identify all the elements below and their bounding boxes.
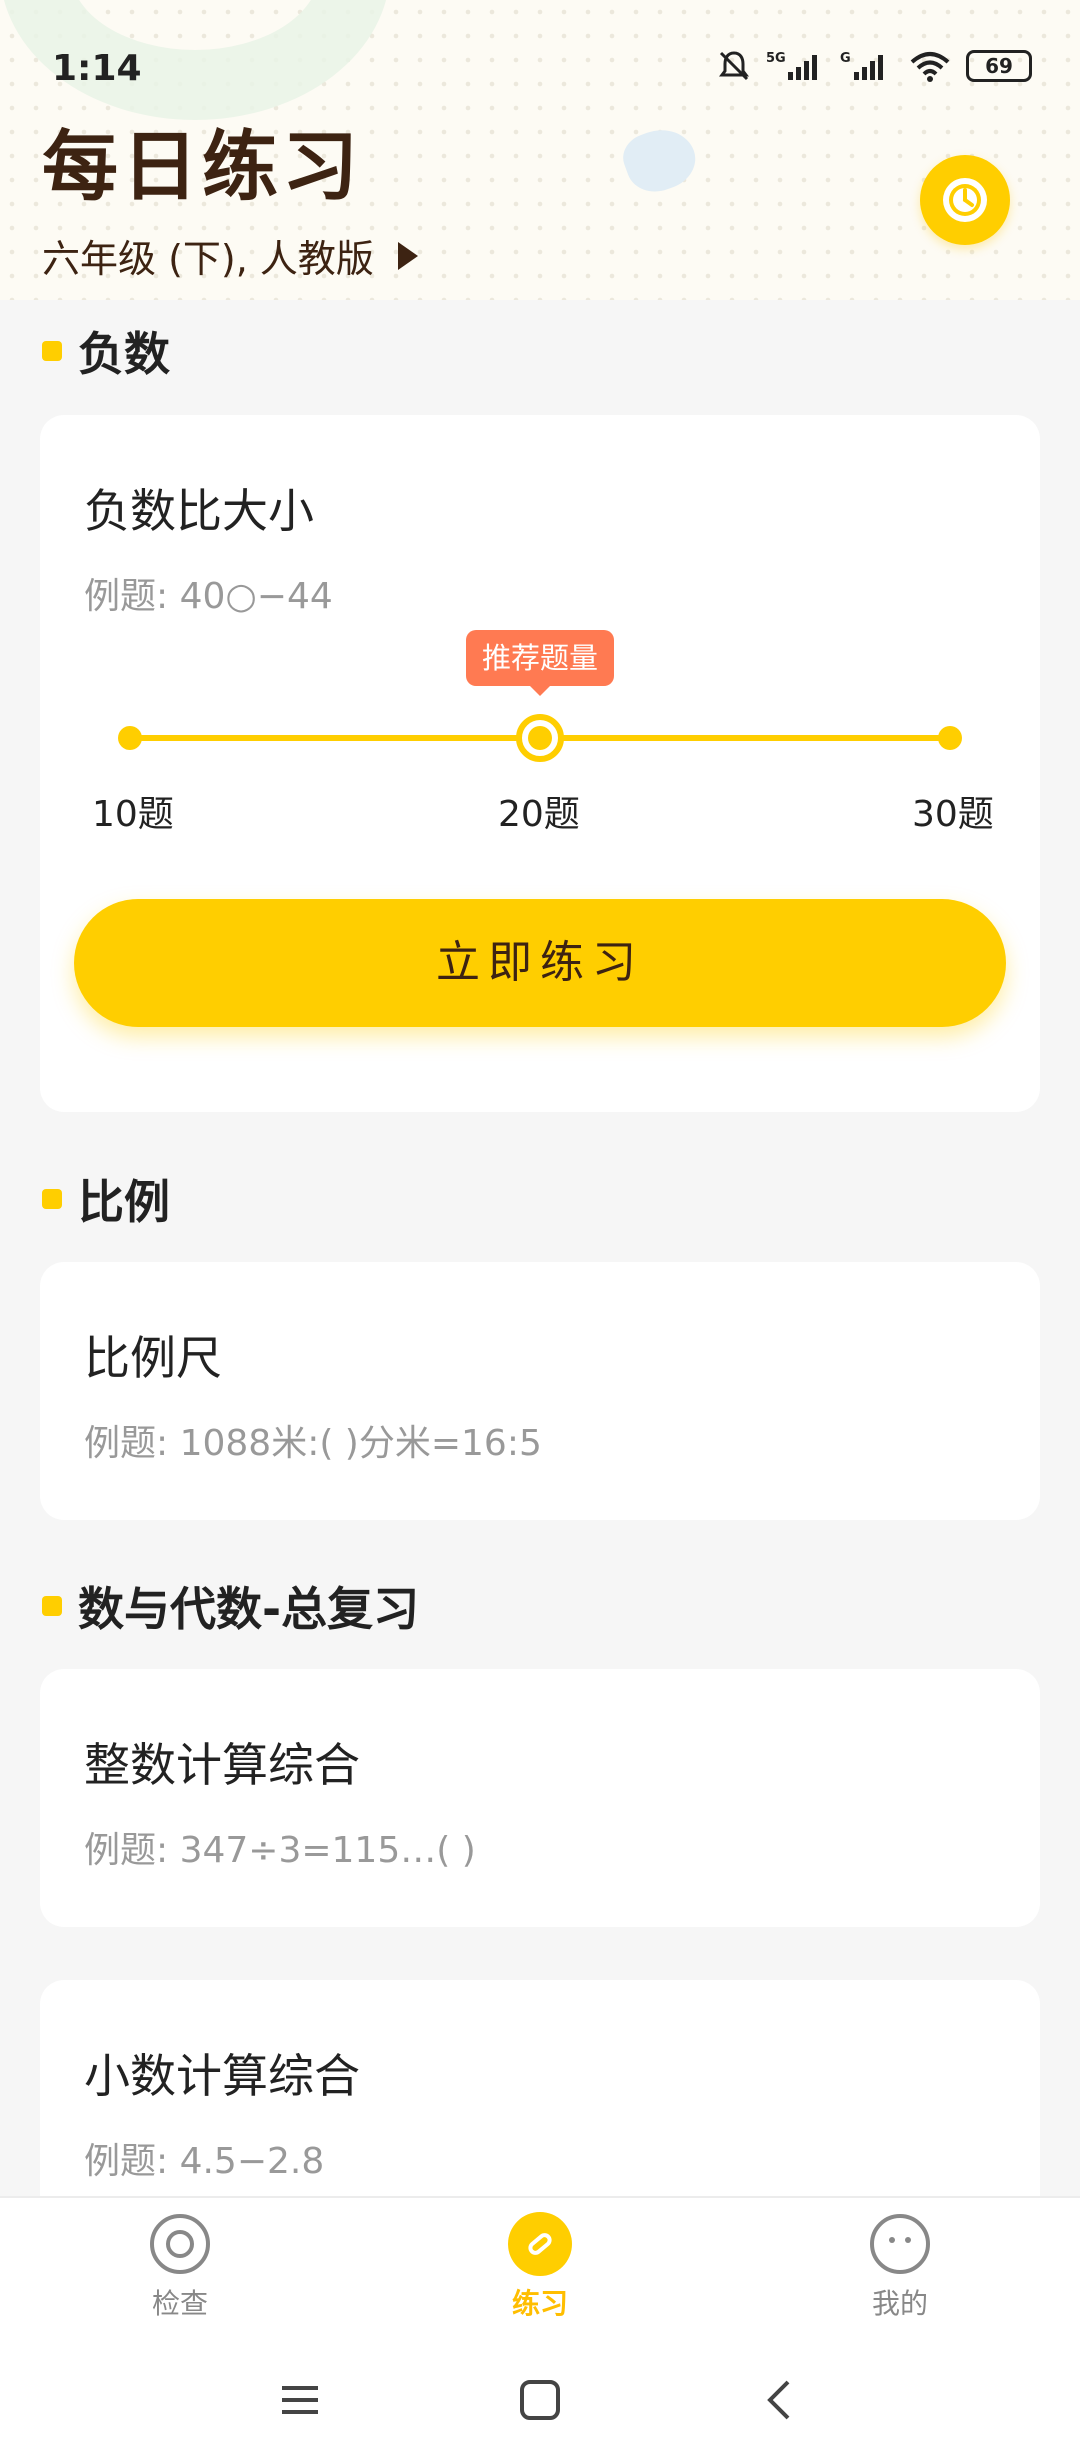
history-button[interactable] bbox=[920, 155, 1010, 245]
section-title-text: 负数 bbox=[78, 327, 170, 381]
face-icon bbox=[868, 2212, 932, 2276]
nav-label: 我的 bbox=[871, 2287, 928, 2320]
slider-label-30: 30题 bbox=[912, 794, 994, 835]
section-bullet bbox=[42, 341, 62, 361]
page-title: 每日练习 bbox=[42, 122, 362, 211]
play-arrow-icon bbox=[397, 241, 418, 270]
nav-item-mine[interactable]: 我的 bbox=[800, 2212, 1000, 2332]
section-title-text: 数与代数-总复习 bbox=[78, 1582, 420, 1636]
card-title: 整数计算综合 bbox=[84, 1738, 360, 1792]
recommended-count-tooltip: 推荐题量 bbox=[466, 630, 614, 696]
clock-icon bbox=[943, 178, 987, 222]
section-bullet bbox=[42, 1596, 62, 1616]
status-icons: 5G G 69 bbox=[716, 48, 1032, 84]
nav-label: 检查 bbox=[151, 2287, 208, 2320]
svg-text:G: G bbox=[840, 51, 851, 66]
svg-text:5G: 5G bbox=[766, 51, 786, 66]
nav-label: 练习 bbox=[511, 2287, 568, 2320]
card-example: 例题: 40○−44 bbox=[84, 576, 333, 617]
status-bar: 1:14 5G G 69 bbox=[0, 40, 1080, 100]
mute-bell-icon bbox=[719, 51, 749, 81]
slider-label-10: 10题 bbox=[92, 794, 174, 835]
home-icon[interactable] bbox=[500, 2360, 580, 2440]
card-title: 负数比大小 bbox=[84, 484, 314, 538]
pencil-icon bbox=[508, 2212, 572, 2276]
nav-item-check[interactable]: 检查 bbox=[80, 2212, 280, 2332]
grade-selector[interactable]: 六年级 (下), 人教版 bbox=[42, 228, 418, 283]
wifi-icon bbox=[910, 52, 950, 82]
slider-knob[interactable] bbox=[516, 714, 564, 762]
menu-icon[interactable] bbox=[260, 2360, 340, 2440]
practice-card-scale[interactable]: 比例尺 例题: 1088米:( )分米=16:5 bbox=[40, 1262, 1040, 1520]
practice-card-negative-compare: 负数比大小 例题: 40○−44 推荐题量 10题 20题 30题 立即练习 bbox=[40, 415, 1040, 1112]
status-time: 1:14 bbox=[52, 48, 142, 89]
nav-item-practice[interactable]: 练习 bbox=[440, 2212, 640, 2332]
card-example: 例题: 4.5−2.8 bbox=[84, 2141, 325, 2182]
battery-indicator: 69 bbox=[966, 50, 1032, 82]
practice-card-integer-calc[interactable]: 整数计算综合 例题: 347÷3=115…( ) bbox=[40, 1669, 1040, 1927]
slider-knob-center bbox=[528, 726, 552, 750]
card-example: 例题: 1088米:( )分米=16:5 bbox=[84, 1423, 542, 1464]
slider-stop-30[interactable] bbox=[938, 726, 962, 750]
section-title-negative-numbers: 负数 bbox=[42, 318, 170, 384]
section-title-text: 比例 bbox=[78, 1175, 170, 1229]
grade-label: 六年级 (下), 人教版 bbox=[42, 237, 374, 281]
back-icon[interactable] bbox=[740, 2360, 820, 2440]
slider-stop-10[interactable] bbox=[118, 726, 142, 750]
system-navigation-bar bbox=[0, 2340, 1080, 2460]
card-title: 小数计算综合 bbox=[84, 2049, 360, 2103]
card-title: 比例尺 bbox=[84, 1331, 222, 1385]
section-title-algebra-review: 数与代数-总复习 bbox=[42, 1573, 419, 1639]
signal-5g-icon: 5G bbox=[766, 51, 817, 80]
card-example: 例题: 347÷3=115…( ) bbox=[84, 1830, 476, 1871]
check-icon bbox=[148, 2212, 212, 2276]
signal-g-icon: G bbox=[840, 51, 883, 80]
section-bullet bbox=[42, 1189, 62, 1209]
slider-label-20: 20题 bbox=[498, 794, 580, 835]
start-practice-button[interactable]: 立即练习 bbox=[74, 899, 1006, 1027]
section-title-ratio: 比例 bbox=[42, 1166, 170, 1232]
